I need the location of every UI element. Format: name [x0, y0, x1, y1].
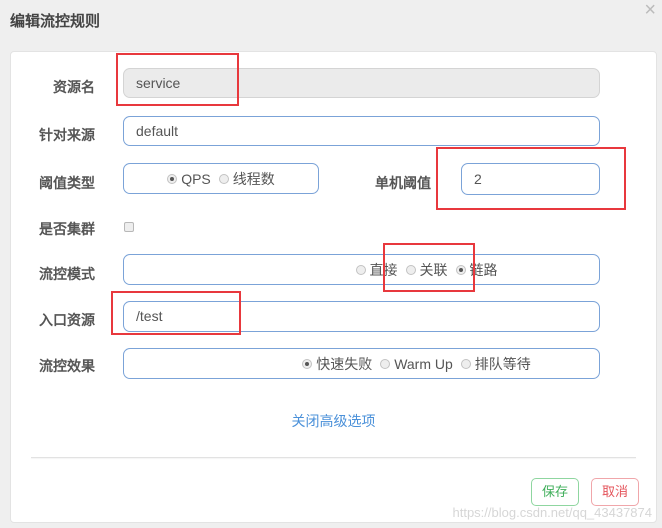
radio-unchecked-icon[interactable] — [380, 358, 391, 369]
ref-resource-label: 入口资源 — [39, 312, 95, 328]
cluster-checkbox[interactable] — [124, 222, 134, 232]
strategy-radio-group: 直接 关联 链路 — [123, 254, 600, 285]
control-behavior-radio-group: 快速失败 Warm Up 排队等待 — [123, 348, 600, 379]
divider — [31, 457, 636, 458]
grade-label: 阈值类型 — [39, 175, 95, 191]
resource-name-label: 资源名 — [53, 79, 95, 95]
toggle-advanced-link[interactable]: 关闭高级选项 — [11, 411, 656, 431]
control-behavior-label: 流控效果 — [39, 358, 95, 374]
dialog-title: 编辑流控规则 — [10, 13, 101, 30]
strategy-option-chain[interactable]: 链路 — [455, 260, 498, 280]
grade-radio-group: QPS 线程数 — [123, 163, 319, 194]
form-panel: 资源名 service 针对来源 default 阈值类型 QPS 线程数 单机… — [10, 51, 657, 523]
radio-label: 快速失败 — [316, 355, 373, 372]
radio-unchecked-icon[interactable] — [218, 173, 229, 184]
radio-label: 线程数 — [232, 170, 275, 187]
strategy-label: 流控模式 — [39, 266, 95, 282]
resource-name-input: service — [123, 68, 600, 98]
radio-unchecked-icon[interactable] — [405, 264, 416, 275]
radio-label: 直接 — [369, 261, 398, 278]
watermark-text: https://blog.csdn.net/qq_43437874 — [452, 505, 653, 520]
count-input[interactable]: 2 — [461, 163, 600, 195]
cluster-label: 是否集群 — [39, 221, 95, 237]
radio-label: QPS — [181, 170, 211, 187]
behavior-option-warm-up[interactable]: Warm Up — [380, 356, 453, 372]
radio-checked-icon[interactable] — [302, 358, 313, 369]
radio-checked-icon[interactable] — [167, 173, 178, 184]
radio-label: Warm Up — [394, 355, 453, 372]
limit-app-label: 针对来源 — [39, 127, 95, 143]
radio-unchecked-icon[interactable] — [460, 358, 471, 369]
grade-option-qps[interactable]: QPS — [167, 171, 211, 187]
strategy-option-relate[interactable]: 关联 — [405, 260, 448, 280]
save-button[interactable]: 保存 — [531, 478, 579, 506]
strategy-option-direct[interactable]: 直接 — [355, 260, 398, 280]
close-icon[interactable]: × — [644, 0, 656, 20]
radio-checked-icon[interactable] — [455, 264, 466, 275]
grade-option-thread[interactable]: 线程数 — [218, 169, 275, 189]
limit-app-input[interactable]: default — [123, 116, 600, 146]
radio-unchecked-icon[interactable] — [355, 264, 366, 275]
radio-label: 排队等待 — [474, 355, 531, 372]
radio-label: 关联 — [419, 261, 448, 278]
behavior-option-fast-fail[interactable]: 快速失败 — [302, 354, 372, 374]
behavior-option-queue[interactable]: 排队等待 — [460, 354, 531, 374]
count-label: 单机阈值 — [375, 175, 431, 191]
cancel-button[interactable]: 取消 — [591, 478, 639, 506]
radio-label: 链路 — [469, 261, 498, 278]
ref-resource-input[interactable]: /test — [123, 301, 600, 332]
